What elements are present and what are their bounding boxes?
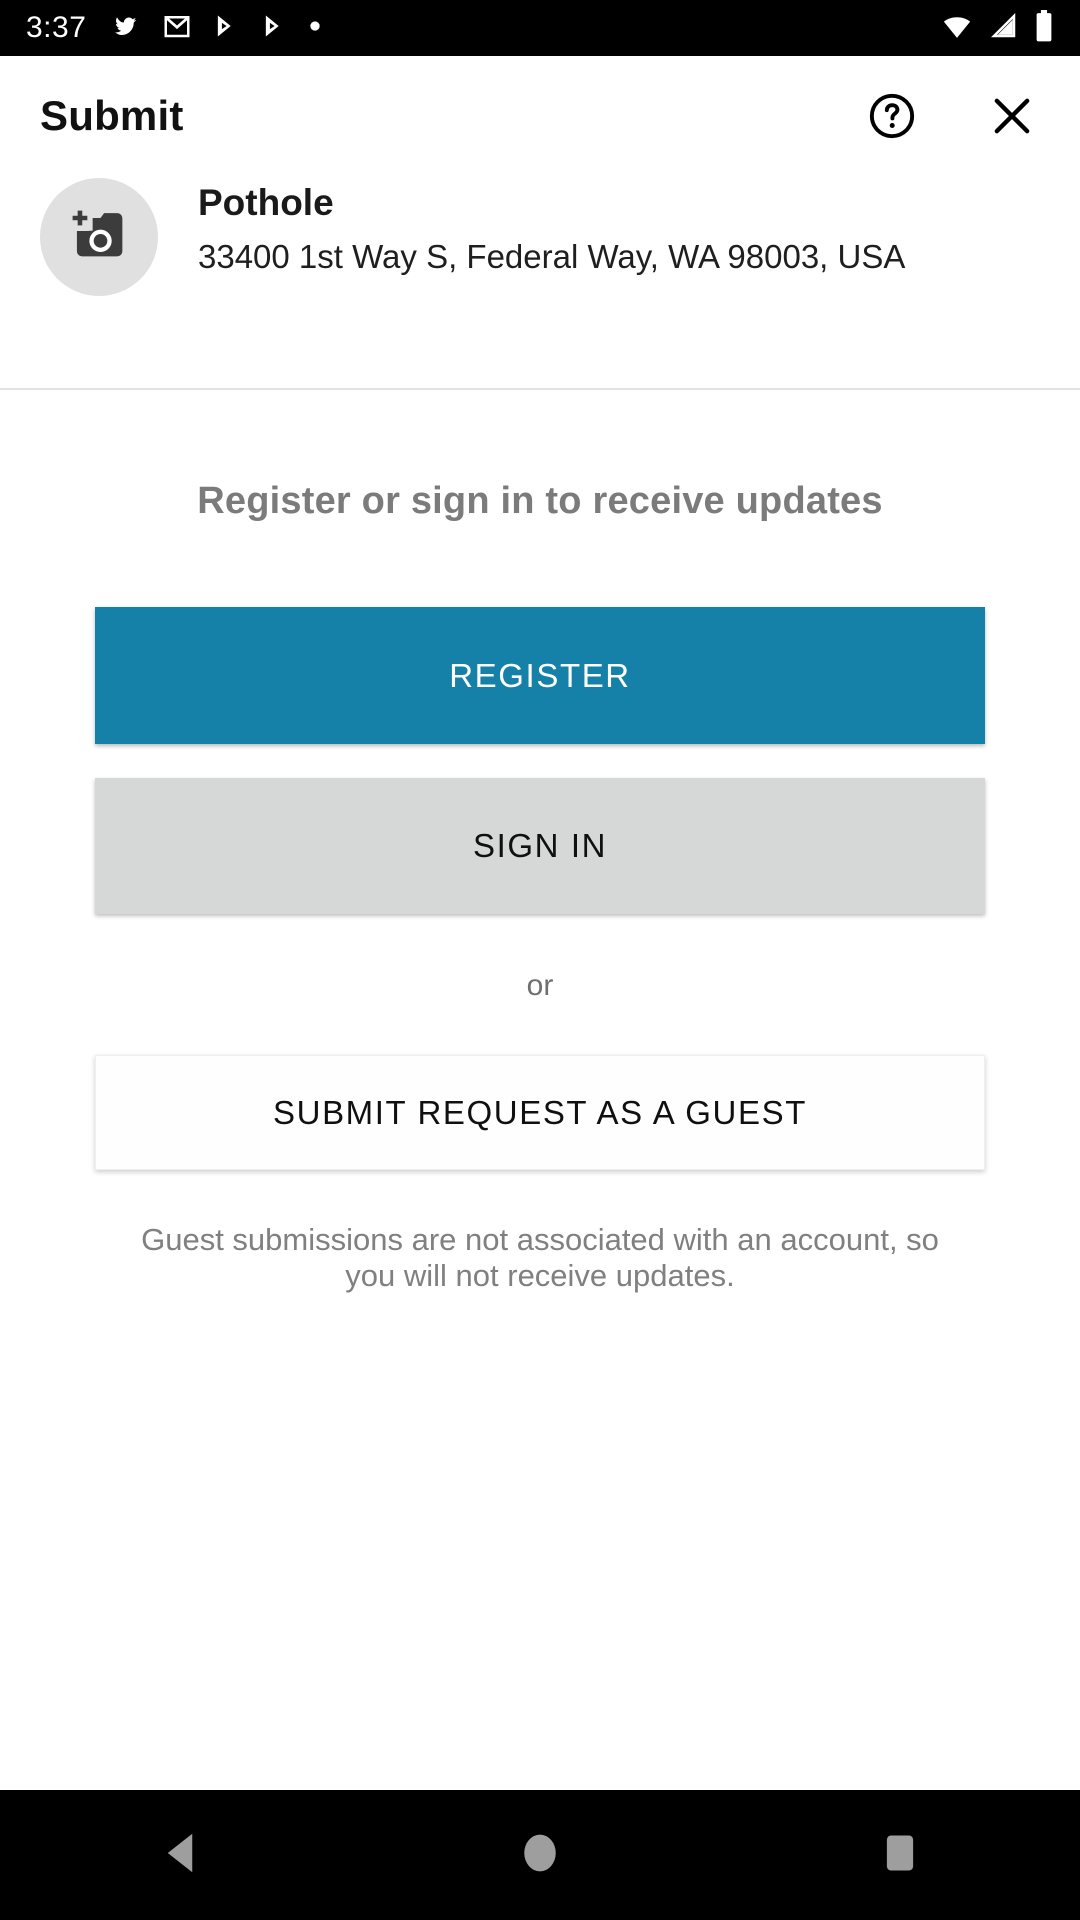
nav-home-button[interactable] [465,1790,615,1920]
nav-back-button[interactable] [105,1790,255,1920]
page-title: Submit [40,92,184,139]
help-circle-icon[interactable] [864,88,920,144]
close-icon[interactable] [984,88,1040,144]
or-separator-label: or [526,969,554,1002]
wifi-icon [940,11,974,46]
status-clock: 3:37 [26,11,87,44]
submit-as-guest-button[interactable]: SUBMIT REQUEST AS A GUEST [95,1055,985,1170]
app-bar: Submit [0,56,1080,176]
request-summary: Pothole 33400 1st Way S, Federal Way, WA… [0,176,1080,388]
back-triangle-icon [159,1830,201,1881]
nav-recents-button[interactable] [825,1790,975,1920]
status-notification-icons [112,11,322,46]
app-bar-actions [864,88,1040,144]
request-summary-text: Pothole 33400 1st Way S, Federal Way, WA… [198,176,905,279]
cell-signal-icon [988,11,1020,46]
request-title: Pothole [198,182,334,223]
status-bar: 3:37 [0,0,1080,56]
auth-buttons: REGISTER SIGN IN or SUBMIT REQUEST AS A … [0,607,1080,1293]
phone-screen: 3:37 Submit Pothole 33400 1st Way S, Fed… [0,0,1080,1920]
play-store-icon [260,11,288,46]
guest-disclaimer: Guest submissions are not associated wit… [141,1222,939,1293]
battery-icon [1034,9,1054,47]
play-store-icon [212,11,240,46]
recents-square-icon [879,1830,921,1881]
home-circle-icon [519,1830,561,1881]
system-navigation-bar [0,1790,1080,1920]
request-address: 33400 1st Way S, Federal Way, WA 98003, … [198,238,906,276]
register-button[interactable]: REGISTER [95,607,985,744]
gmail-icon [162,11,192,46]
add-photo-camera-icon [66,205,132,270]
auth-body: Register or sign in to receive updates R… [0,390,1080,1790]
status-system-icons [940,9,1054,47]
add-photo-button[interactable] [40,178,158,296]
auth-prompt: Register or sign in to receive updates [197,480,883,522]
twitter-icon [112,11,142,46]
dot-icon [308,19,322,38]
sign-in-button[interactable]: SIGN IN [95,778,985,914]
